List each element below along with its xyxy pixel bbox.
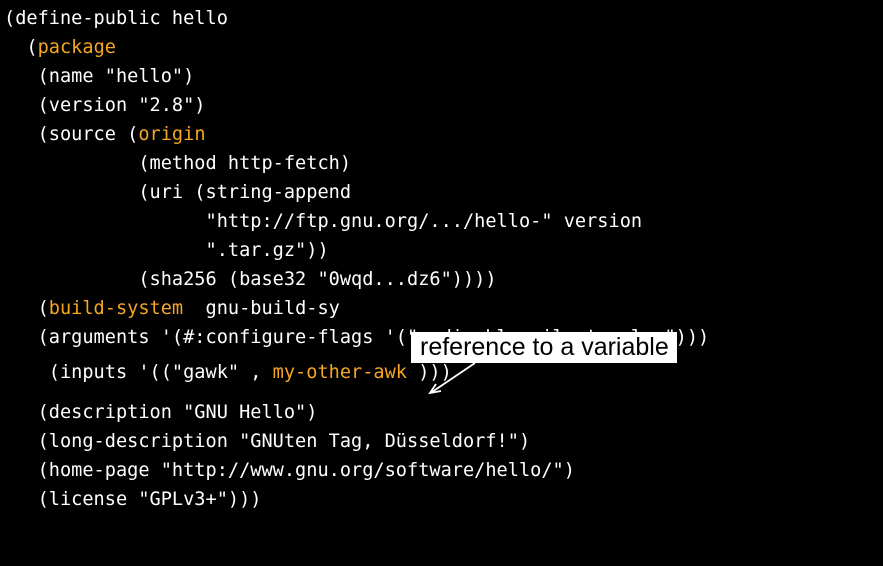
- code-keyword: build-system: [48, 298, 184, 319]
- code-line: (long-description "GNUten Tag, Düsseldor…: [4, 427, 531, 456]
- code-line: (home-page "http://www.gnu.org/software/…: [4, 456, 575, 485]
- code-listing: (define-public hello (package (name "hel…: [0, 0, 883, 566]
- code-text: "http://ftp.gnu.org/.../hello-" version: [4, 211, 643, 232]
- code-text: (uri (string-append: [4, 182, 352, 203]
- code-keyword: origin: [138, 124, 206, 145]
- code-text: (source (: [4, 124, 139, 145]
- code-text: (: [4, 298, 49, 319]
- code-text: (sha256 (base32 "0wqd...dz6")))): [4, 269, 497, 290]
- code-text: (long-description "GNUten Tag, Düsseldor…: [4, 431, 531, 452]
- code-line: (name "hello"): [4, 62, 195, 91]
- code-text: gnu-build-sy: [183, 298, 340, 319]
- code-text: ))): [407, 362, 452, 383]
- code-text: (define-public hello: [4, 8, 228, 29]
- code-line: (license "GPLv3+"))): [4, 485, 262, 514]
- code-line: "http://ftp.gnu.org/.../hello-" version: [4, 207, 642, 236]
- code-line: (uri (string-append: [4, 178, 351, 207]
- code-line: (source (origin: [4, 120, 206, 149]
- code-line: (define-public hello: [4, 4, 228, 33]
- code-line: (build-system gnu-build-sy: [4, 294, 340, 323]
- code-text: (license "GPLv3+"))): [4, 489, 262, 510]
- code-keyword: package: [37, 37, 116, 58]
- code-line: (inputs '(("gawk" , my-other-awk ))): [4, 358, 452, 387]
- code-line: (version "2.8"): [4, 91, 206, 120]
- code-text: ".tar.gz")): [4, 240, 329, 261]
- code-line: (description "GNU Hello"): [4, 398, 318, 427]
- code-line: (package: [4, 33, 116, 62]
- code-text: (description "GNU Hello"): [4, 402, 318, 423]
- code-line: (method http-fetch): [4, 149, 351, 178]
- code-text: (version "2.8"): [4, 95, 206, 116]
- code-line: ".tar.gz")): [4, 236, 329, 265]
- code-text: (: [4, 37, 38, 58]
- code-text: (home-page "http://www.gnu.org/software/…: [4, 460, 575, 481]
- code-text: (inputs '(("gawk" ,: [4, 362, 273, 383]
- code-text: (name "hello"): [4, 66, 195, 87]
- code-line: (sha256 (base32 "0wqd...dz6")))): [4, 265, 497, 294]
- code-variable: my-other-awk: [272, 362, 408, 383]
- annotation-callout: reference to a variable: [411, 332, 677, 363]
- code-text: (method http-fetch): [4, 153, 352, 174]
